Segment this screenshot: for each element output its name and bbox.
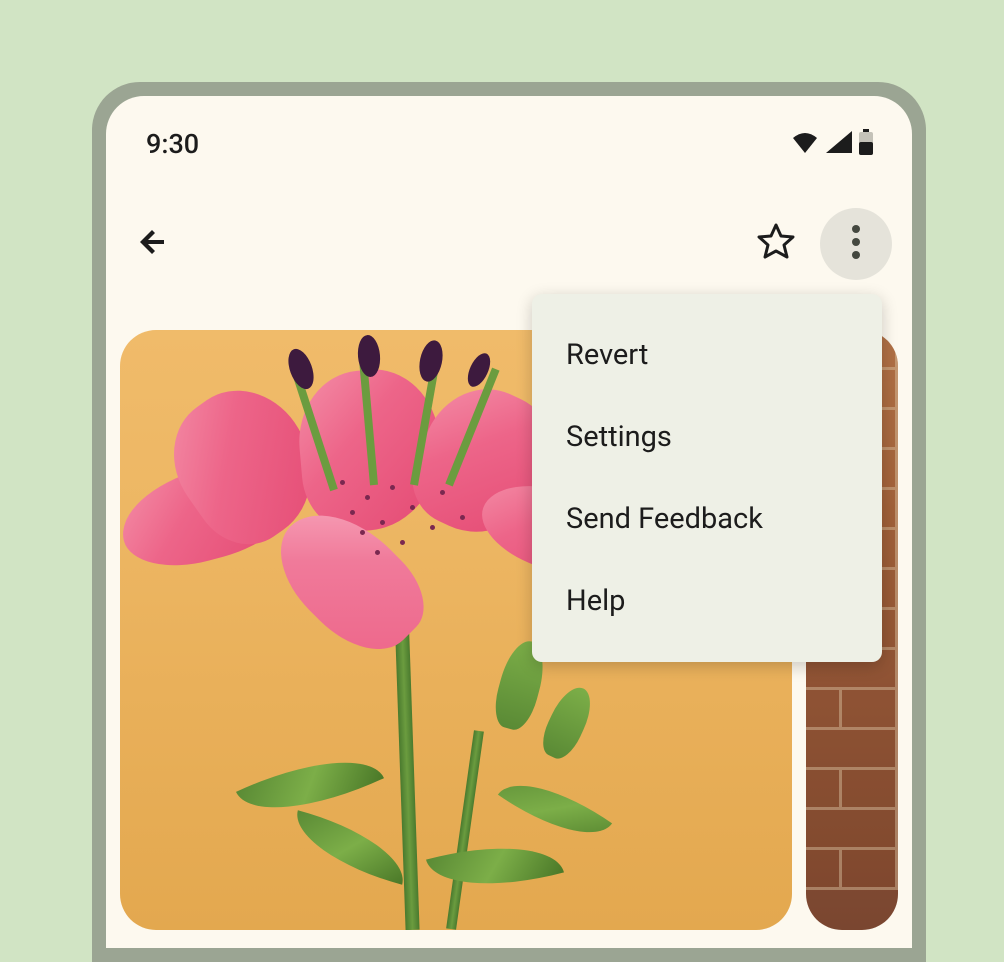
menu-item-revert[interactable]: Revert: [532, 314, 882, 396]
device-frame: 9:30: [92, 82, 926, 962]
menu-item-send-feedback[interactable]: Send Feedback: [532, 478, 882, 560]
favorite-button[interactable]: [752, 220, 800, 268]
status-bar: 9:30: [106, 96, 912, 190]
menu-item-settings[interactable]: Settings: [532, 396, 882, 478]
star-outline-icon: [756, 222, 796, 266]
more-options-button[interactable]: [820, 208, 892, 280]
more-vert-icon: [851, 224, 861, 264]
wifi-icon: [790, 131, 820, 157]
screen: 9:30: [106, 96, 912, 948]
overflow-menu: Revert Settings Send Feedback Help: [532, 294, 882, 662]
signal-icon: [826, 131, 852, 157]
battery-icon: [858, 129, 874, 159]
arrow-back-icon: [136, 224, 172, 264]
status-time: 9:30: [146, 128, 199, 160]
back-button[interactable]: [130, 220, 178, 268]
menu-item-help[interactable]: Help: [532, 560, 882, 642]
status-icons: [790, 129, 874, 159]
